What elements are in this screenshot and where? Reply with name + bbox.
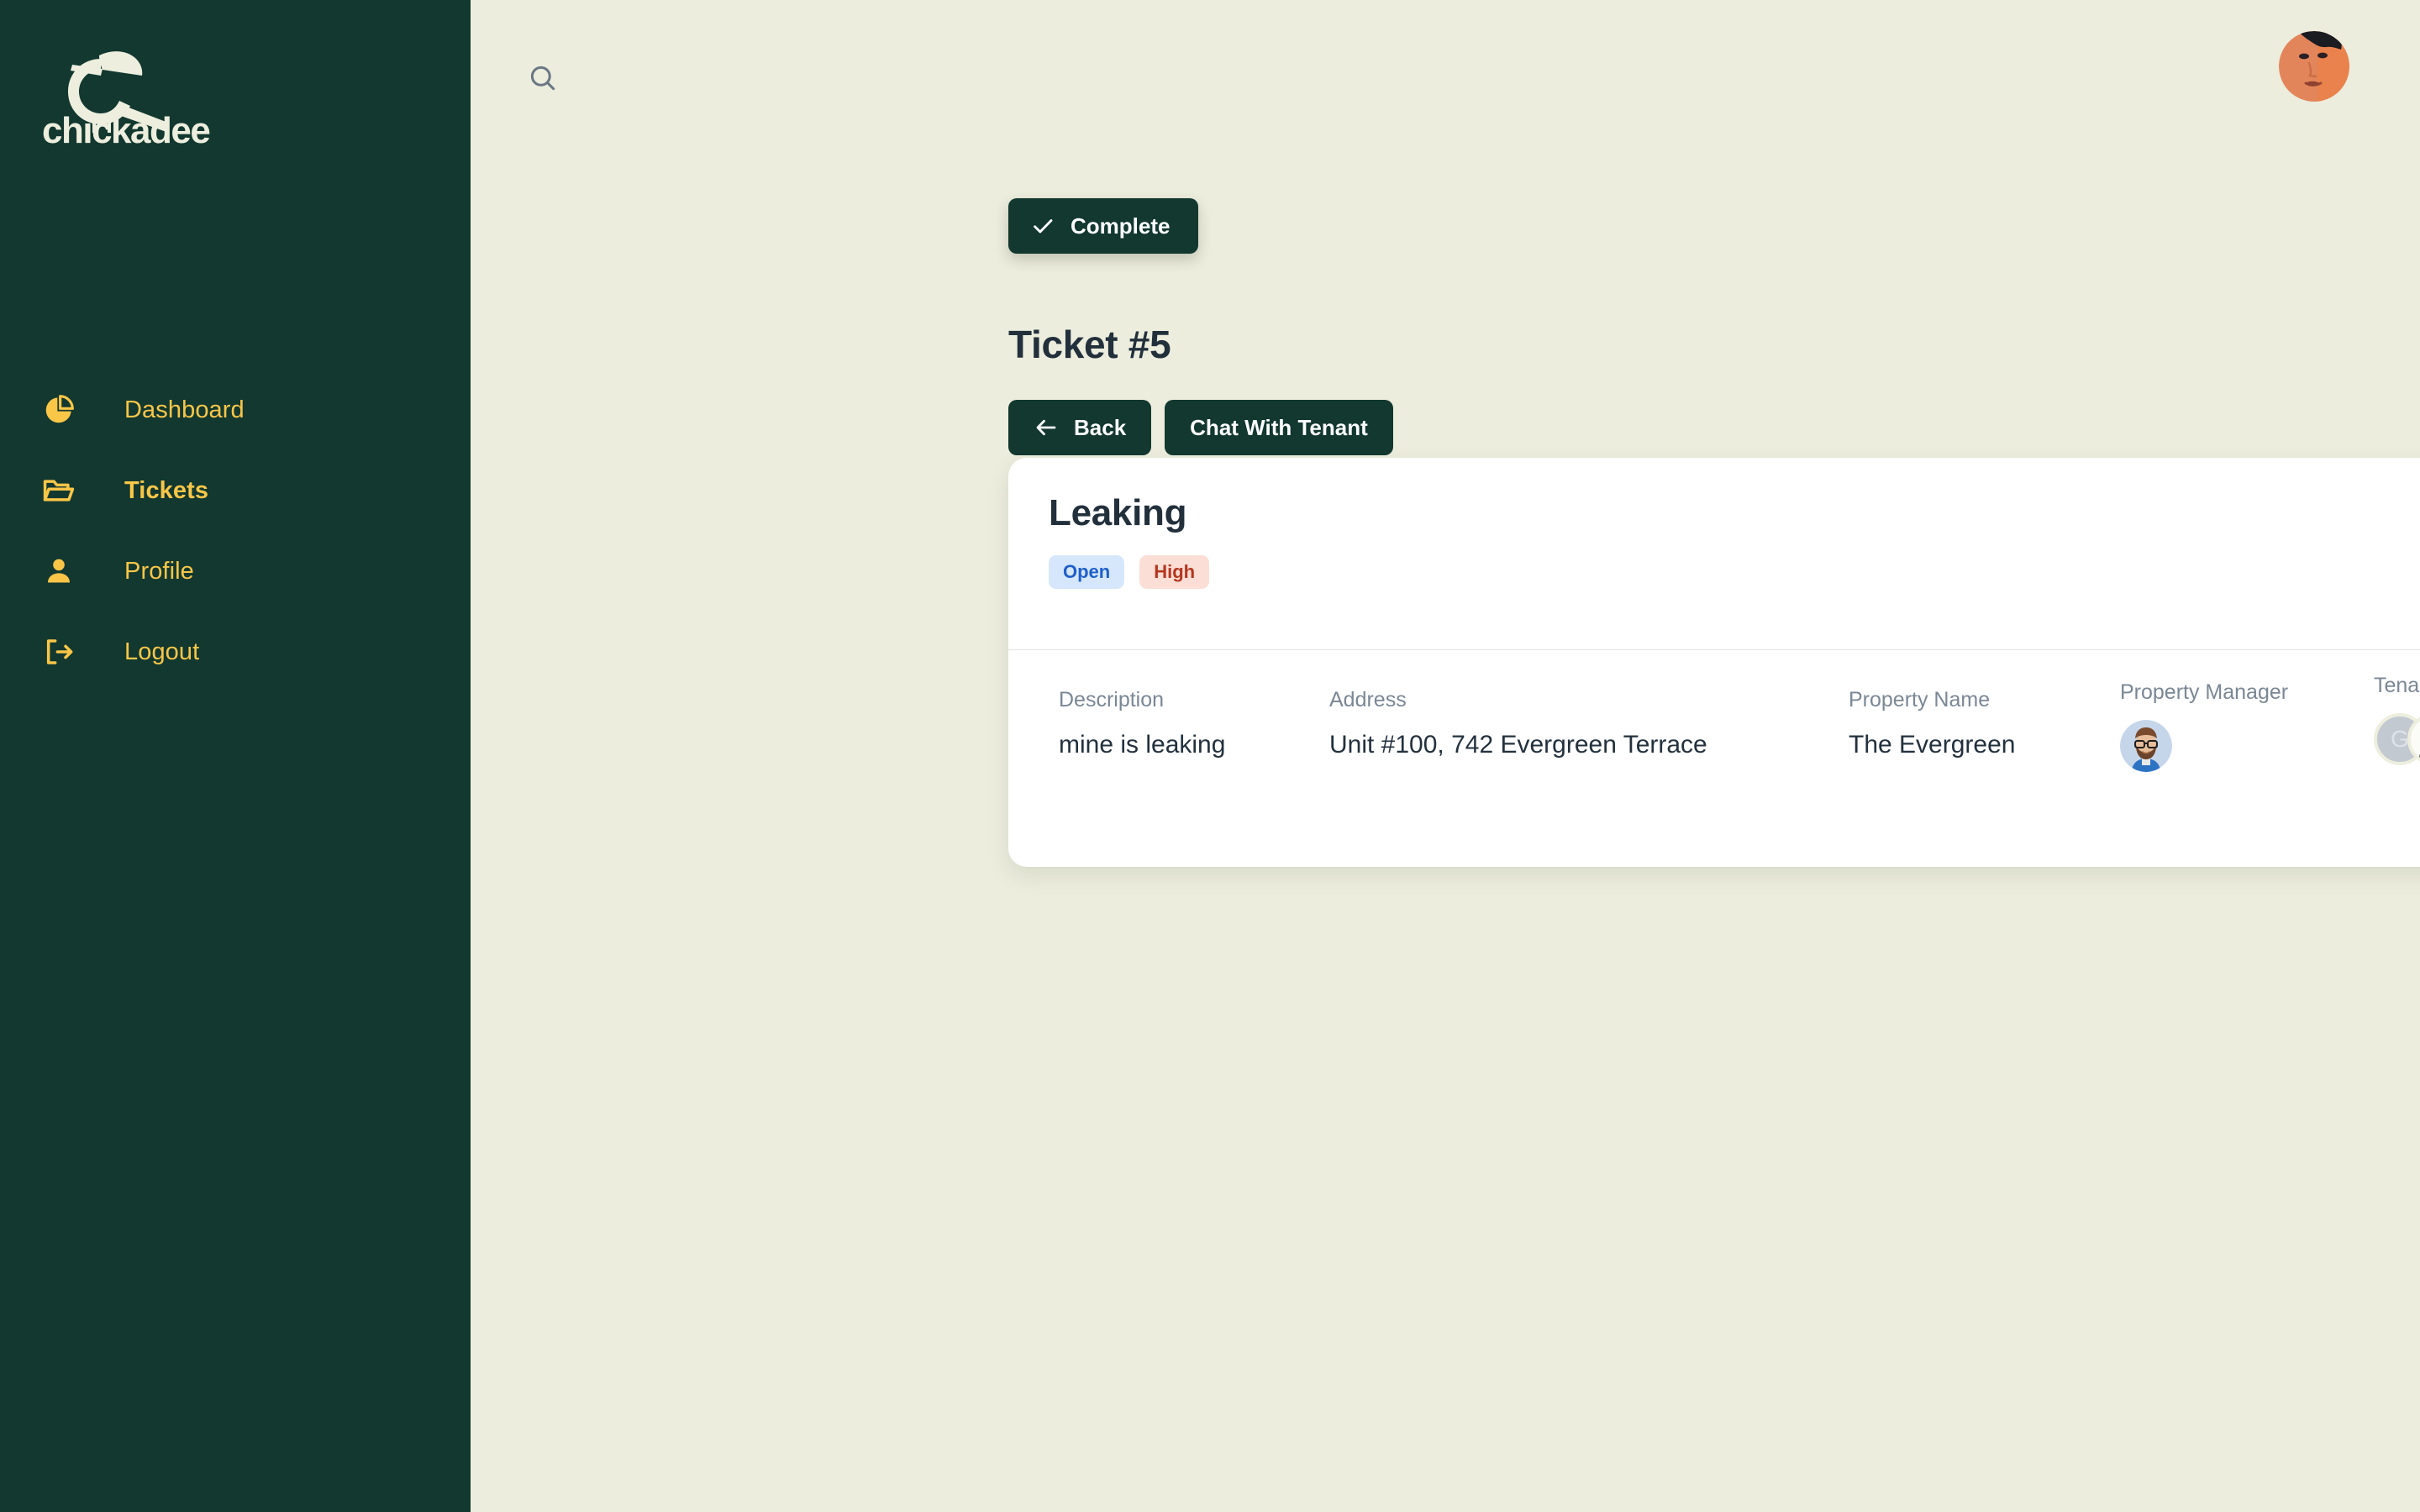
field-label: Description: [1059, 688, 1165, 711]
person-icon: [40, 553, 77, 590]
field-label: Property Manager: [2120, 680, 2289, 704]
field-tenants: Tenants G: [2374, 675, 2420, 765]
field-value: mine is leaking: [1059, 731, 1226, 759]
sidebar-item-logout[interactable]: Logout: [0, 612, 471, 692]
bearded-man-avatar-icon[interactable]: [2120, 720, 2172, 772]
search-button[interactable]: [521, 57, 565, 101]
back-button-label: Back: [1074, 414, 1127, 440]
field-description: Description mine is leaking: [1059, 690, 1225, 760]
chat-with-tenant-button[interactable]: Chat With Tenant: [1165, 400, 1393, 455]
field-value: Unit #100, 742 Evergreen Terrace: [1329, 731, 1707, 759]
topbar: [471, 0, 2420, 155]
search-icon: [527, 62, 559, 97]
brand-logo[interactable]: chickadee: [40, 35, 234, 144]
tenant-avatars: G: [2374, 713, 2420, 765]
priority-badge: High: [1139, 555, 1210, 590]
sidebar-item-profile[interactable]: Profile: [0, 531, 471, 612]
pie-chart-icon: [40, 391, 77, 428]
field-value: The Evergreen: [1849, 731, 2016, 759]
user-photo-avatar-icon: [2279, 31, 2349, 102]
ticket-card: Leaking Open High Opened: Jun 14, 2023 D…: [1008, 458, 2420, 867]
sidebar-nav: Dashboard Tickets Profile Logout: [0, 370, 471, 692]
property-manager-avatars: [2120, 720, 2288, 772]
page-title: Ticket #5: [1008, 323, 1171, 366]
ticket-action-buttons: Back Chat With Tenant: [1008, 400, 1393, 455]
field-property-manager: Property Manager: [2120, 682, 2288, 772]
folder-open-icon: [40, 472, 77, 509]
sidebar-item-label: Tickets: [124, 476, 209, 504]
sidebar-item-label: Dashboard: [124, 396, 245, 423]
field-label: Tenants: [2374, 674, 2420, 697]
sidebar: chickadee Dashboard Tickets Profile Logo…: [0, 0, 471, 1512]
ticket-badges: Open High: [1049, 555, 2420, 590]
sidebar-item-label: Logout: [124, 638, 200, 665]
ticket-card-header: Leaking Open High Opened: Jun 14, 2023: [1008, 458, 2420, 649]
field-property-name: Property Name The Evergreen: [1849, 690, 2015, 760]
app-root: chickadee Dashboard Tickets Profile Logo…: [0, 0, 2420, 1512]
main-content: Complete Ticket #5 Back Chat With Tenant…: [471, 0, 2420, 1512]
field-label: Address: [1329, 688, 1407, 711]
sidebar-item-tickets[interactable]: Tickets: [0, 450, 471, 531]
ticket-details: Description mine is leaking Address Unit…: [1008, 650, 2420, 867]
back-button[interactable]: Back: [1008, 400, 1152, 455]
logout-icon: [40, 633, 77, 670]
complete-button[interactable]: Complete: [1008, 198, 1199, 254]
sidebar-item-dashboard[interactable]: Dashboard: [0, 370, 471, 450]
arrow-left-icon: [1034, 415, 1059, 440]
field-address: Address Unit #100, 742 Evergreen Terrace: [1329, 690, 1707, 760]
status-badge: Open: [1049, 555, 1125, 590]
check-icon: [1030, 213, 1055, 239]
field-label: Property Name: [1849, 688, 1991, 711]
complete-button-label: Complete: [1071, 213, 1171, 239]
sidebar-item-label: Profile: [124, 557, 194, 585]
chat-with-tenant-label: Chat With Tenant: [1190, 414, 1368, 440]
svg-text:chickadee: chickadee: [42, 110, 209, 144]
ticket-title: Leaking: [1049, 492, 1187, 533]
user-avatar[interactable]: [2279, 31, 2349, 102]
